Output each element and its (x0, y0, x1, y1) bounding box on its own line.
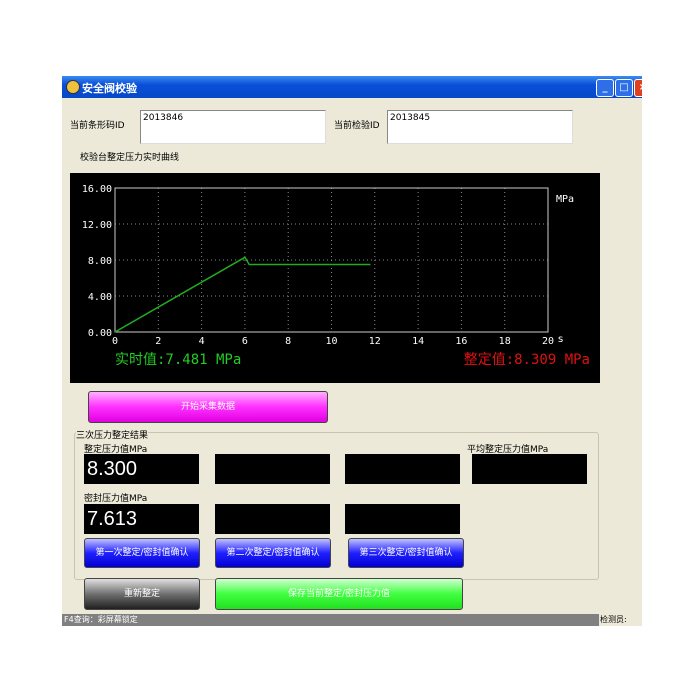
y-tick-label: 8.00 (88, 256, 112, 267)
x-tick-label: 8 (285, 336, 291, 347)
start-collect-button[interactable]: 开始采集数据 (88, 391, 328, 423)
y-tick-label: 0.00 (88, 328, 112, 339)
y-tick-label: 4.00 (88, 292, 112, 303)
status-right: 检测员: (600, 615, 627, 624)
x-tick-label: 6 (242, 336, 248, 347)
confirm-first-button[interactable]: 第一次整定/密封值确认 (84, 538, 200, 568)
test-id-input[interactable]: 2013845 (387, 110, 573, 144)
x-tick-label: 0 (112, 336, 118, 347)
y-tick-label: 12.00 (82, 220, 112, 231)
app-icon (66, 80, 80, 94)
save-button[interactable]: 保存当前整定/密封压力值 (215, 578, 463, 610)
barcode-label: 当前条形码ID (70, 121, 125, 131)
set-value-1: 8.300 (84, 454, 199, 484)
x-tick-label: 12 (369, 336, 381, 347)
x-tick-label: 2 (155, 336, 161, 347)
seal-value-1: 7.613 (84, 504, 199, 534)
results-group-title: 三次压力整定结果 (76, 428, 149, 441)
barcode-input[interactable]: 2013846 (140, 110, 326, 144)
title-bar: 安全阀校验 _ □ × (62, 76, 642, 98)
x-unit-label: s (558, 334, 563, 345)
confirm-second-button[interactable]: 第二次整定/密封值确认 (215, 538, 331, 568)
set-value-3 (345, 454, 460, 484)
x-tick-label: 18 (499, 336, 511, 347)
avg-value (472, 454, 587, 484)
status-bar: F4查询：彩屏幕锁定 (62, 614, 599, 626)
seal-pressure-label: 密封压力值MPa (84, 494, 148, 504)
x-tick-label: 10 (325, 336, 337, 347)
series-line (114, 256, 371, 333)
set-value-readout: 整定值:8.309 MPa (464, 352, 590, 368)
y-unit-label: MPa (556, 194, 574, 205)
close-button[interactable]: × (634, 79, 642, 97)
chart-caption: 校验台整定压力实时曲线 (80, 153, 180, 163)
confirm-third-button[interactable]: 第三次整定/密封值确认 (348, 538, 464, 568)
set-value-2 (215, 454, 330, 484)
chart-svg: 0 2 4 6 8 10 12 14 16 18 20 0.00 4.00 8.00 12.00 16.00 M… (82, 184, 590, 368)
reset-button[interactable]: 重新整定 (84, 578, 200, 610)
window-title: 安全阀校验 (82, 82, 137, 95)
main-window: 安全阀校验 _ □ × 当前条形码ID 2013846 当前检验ID 20138… (62, 76, 642, 626)
minimize-button[interactable]: _ (596, 79, 614, 97)
realtime-value: 实时值:7.481 MPa (115, 352, 241, 368)
test-id-label: 当前检验ID (334, 121, 380, 131)
seal-value-2 (215, 504, 330, 534)
y-tick-label: 16.00 (82, 184, 112, 195)
status-left: F4查询：彩屏幕锁定 (64, 615, 138, 624)
x-tick-label: 20 (542, 336, 554, 347)
x-tick-label: 4 (199, 336, 205, 347)
pressure-chart: 0 2 4 6 8 10 12 14 16 18 20 0.00 4.00 8.00 12.00 16.00 M… (70, 173, 600, 383)
maximize-button[interactable]: □ (615, 79, 633, 97)
x-tick-label: 14 (412, 336, 424, 347)
x-tick-label: 16 (455, 336, 467, 347)
seal-value-3 (345, 504, 460, 534)
